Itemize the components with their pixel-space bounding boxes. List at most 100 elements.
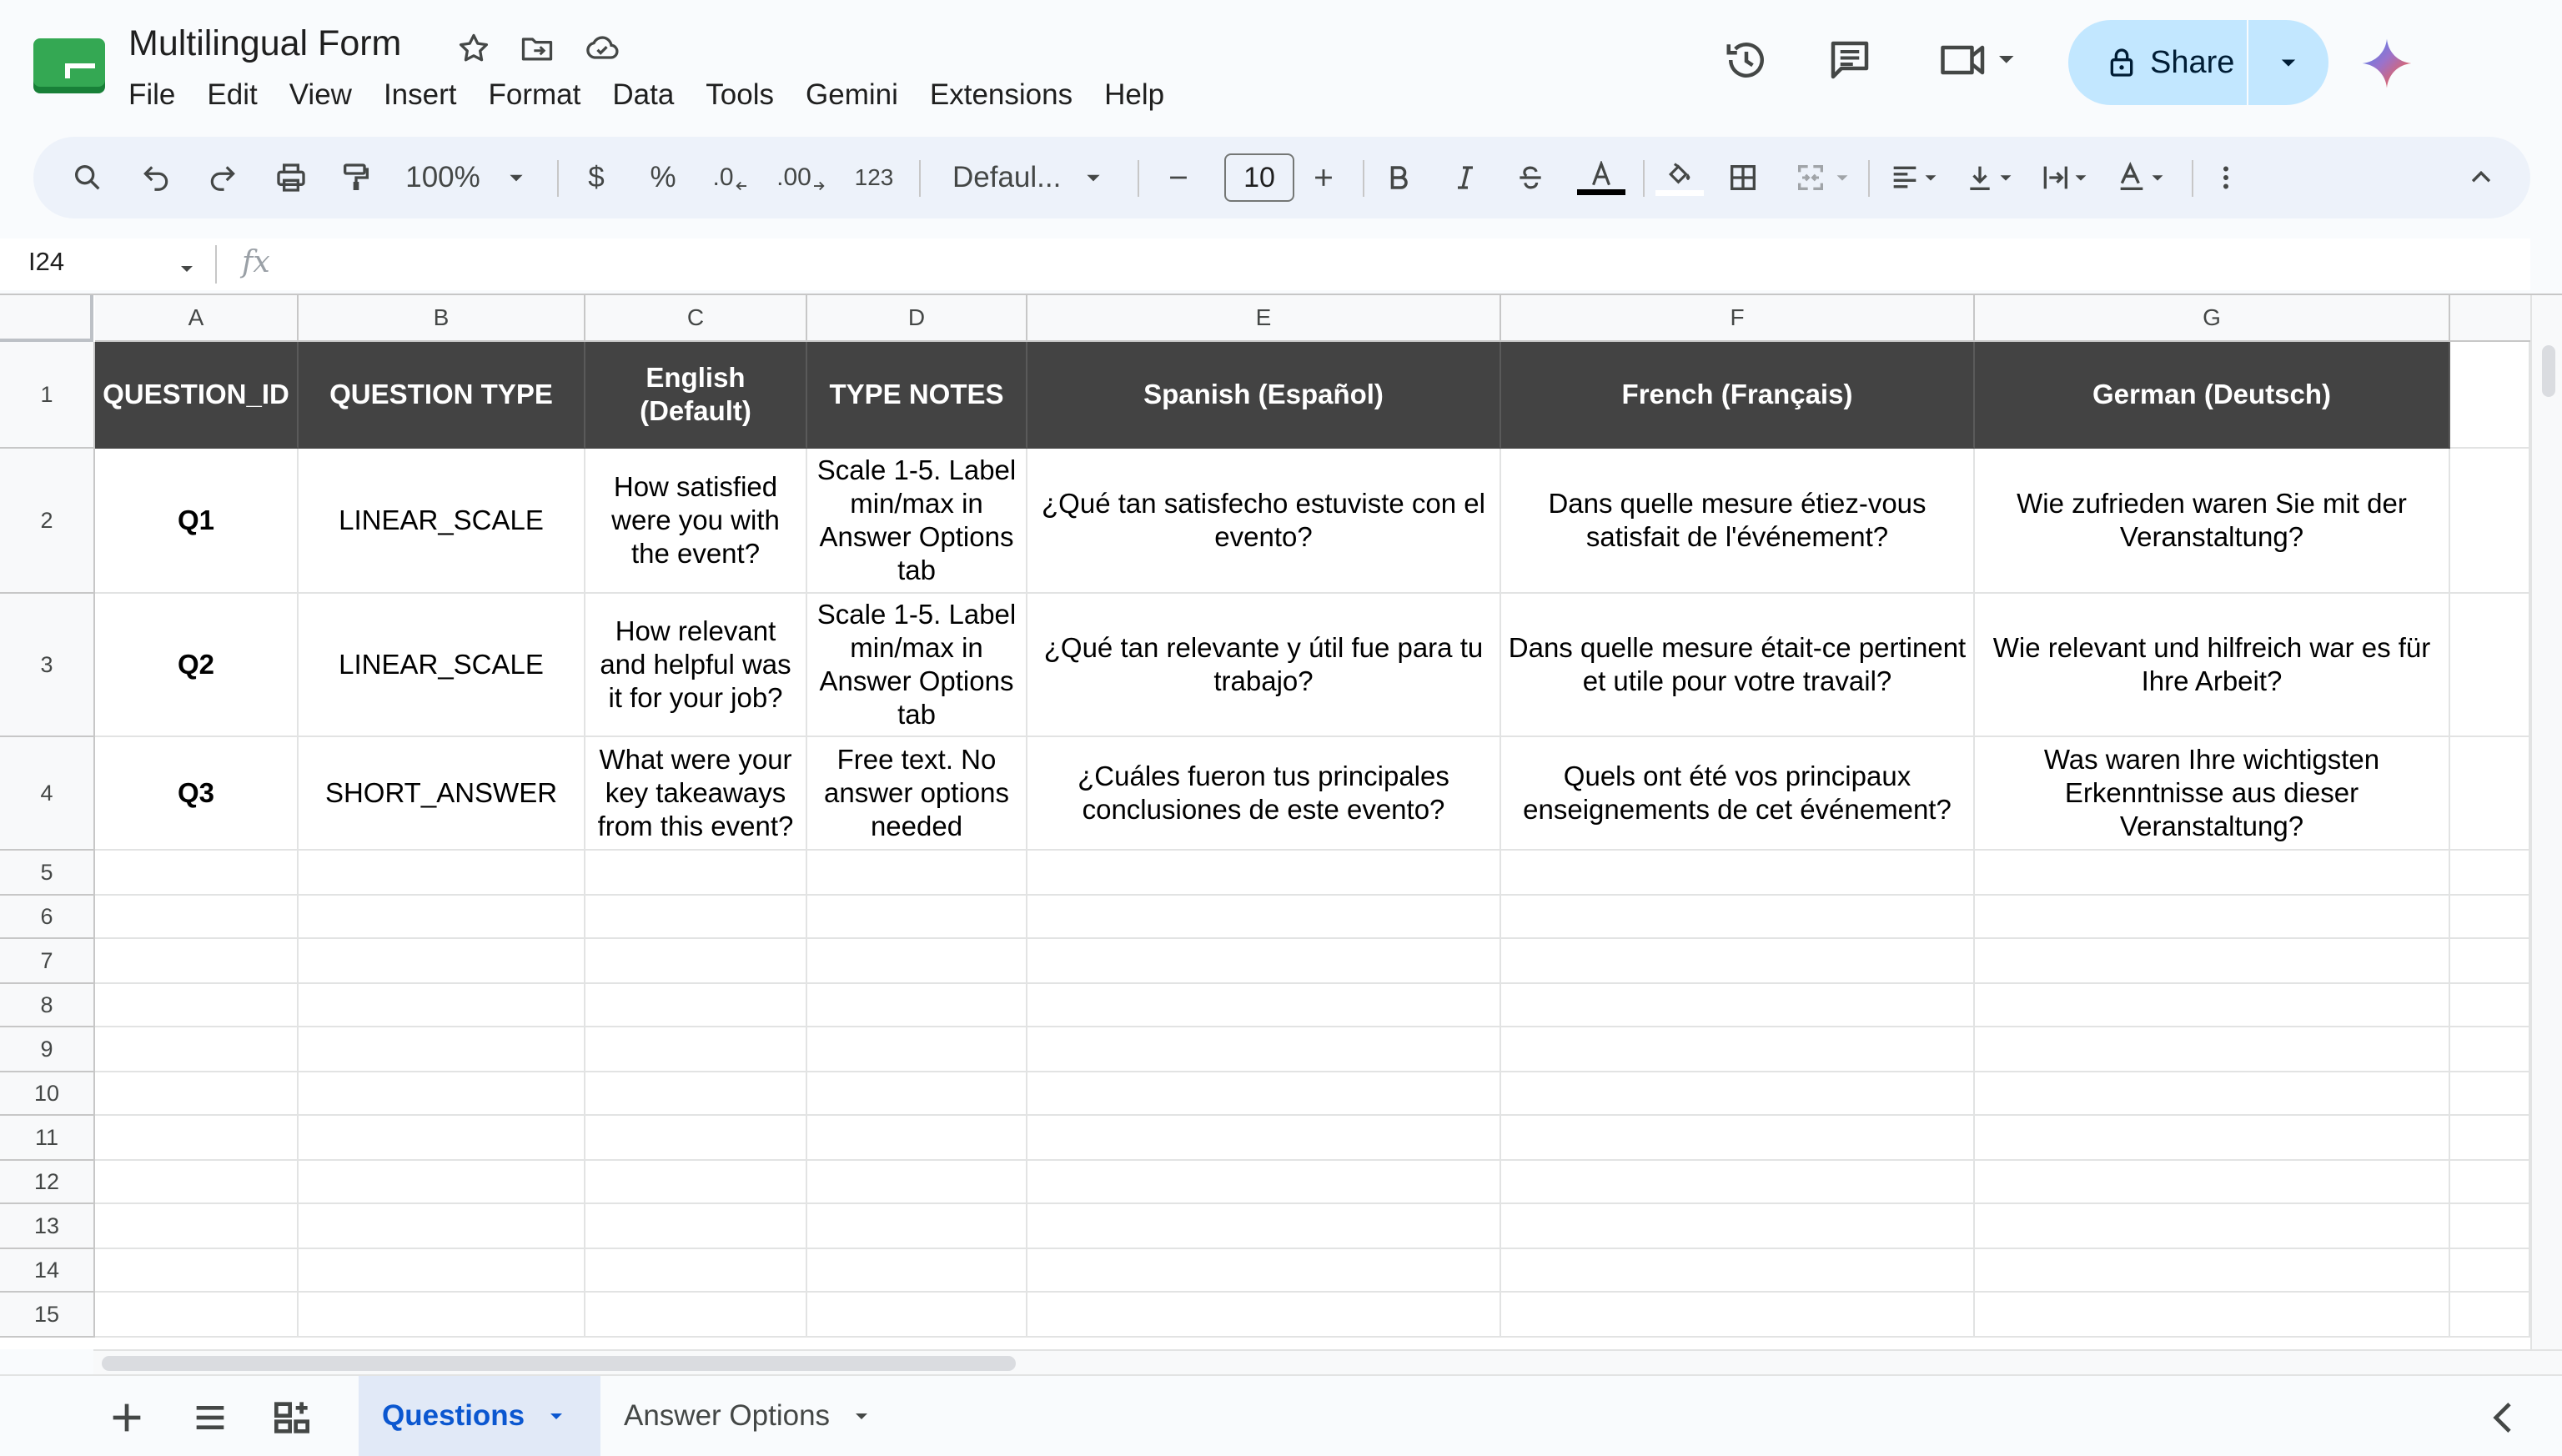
cell[interactable]	[807, 1027, 1027, 1072]
cell[interactable]	[299, 1293, 585, 1338]
cell[interactable]	[2450, 1161, 2530, 1204]
cell[interactable]	[299, 1072, 585, 1116]
cell[interactable]	[2450, 851, 2530, 896]
cell[interactable]	[1975, 896, 2450, 939]
cell[interactable]	[95, 939, 299, 984]
cell[interactable]	[585, 1293, 807, 1338]
paint-format-button[interactable]	[335, 157, 377, 198]
data-cell[interactable]: Quels ont été vos principaux enseignemen…	[1501, 737, 1975, 851]
cell[interactable]	[1975, 1161, 2450, 1204]
add-sheet-icon[interactable]	[103, 1394, 150, 1441]
cell[interactable]	[299, 1204, 585, 1249]
percent-format-button[interactable]: %	[642, 157, 684, 198]
data-cell[interactable]: Was waren Ihre wichtigsten Erkenntnisse …	[1975, 737, 2450, 851]
horizontal-align-button[interactable]	[1878, 157, 1950, 198]
row-header-8[interactable]: 8	[0, 984, 95, 1027]
cell[interactable]	[807, 896, 1027, 939]
data-cell[interactable]: What were your key takeaways from this e…	[585, 737, 807, 851]
cell[interactable]	[807, 851, 1027, 896]
select-all-corner[interactable]	[0, 295, 93, 342]
column-header-e[interactable]: E	[1027, 295, 1501, 342]
cell[interactable]	[807, 984, 1027, 1027]
cell[interactable]	[2450, 737, 2530, 851]
cell[interactable]	[1027, 1293, 1501, 1338]
menu-file[interactable]: File	[128, 77, 191, 117]
cell[interactable]	[2450, 896, 2530, 939]
cell[interactable]	[2450, 1204, 2530, 1249]
data-cell[interactable]: Q1	[95, 449, 299, 594]
cell[interactable]	[1027, 1027, 1501, 1072]
cell[interactable]	[95, 851, 299, 896]
column-header-b[interactable]: B	[299, 295, 585, 342]
cell[interactable]	[95, 1204, 299, 1249]
explore-icon[interactable]	[269, 1394, 315, 1441]
cell[interactable]	[585, 939, 807, 984]
row-header-3[interactable]: 3	[0, 594, 95, 737]
cell[interactable]	[1027, 1072, 1501, 1116]
cell[interactable]	[1975, 1249, 2450, 1293]
data-cell[interactable]: Wie zufrieden waren Sie mit der Veransta…	[1975, 449, 2450, 594]
data-cell[interactable]: LINEAR_SCALE	[299, 449, 585, 594]
data-cell[interactable]: Scale 1-5. Label min/max in Answer Optio…	[807, 449, 1027, 594]
cell[interactable]	[2450, 1072, 2530, 1116]
data-cell[interactable]: Q3	[95, 737, 299, 851]
chevron-down-icon[interactable]	[546, 1406, 566, 1426]
cell[interactable]	[585, 1204, 807, 1249]
data-cell[interactable]: Wie relevant und hilfreich war es für Ih…	[1975, 594, 2450, 737]
comments-icon[interactable]	[1825, 35, 1875, 85]
cell[interactable]	[1501, 1204, 1975, 1249]
cell[interactable]	[807, 1072, 1027, 1116]
header-cell[interactable]: English (Default)	[585, 342, 807, 449]
cell[interactable]	[1975, 939, 2450, 984]
cell[interactable]	[1027, 1116, 1501, 1161]
row-header-10[interactable]: 10	[0, 1072, 95, 1116]
data-cell[interactable]: ¿Qué tan relevante y útil fue para tu tr…	[1027, 594, 1501, 737]
cell[interactable]	[807, 939, 1027, 984]
cell[interactable]	[585, 1116, 807, 1161]
cell[interactable]	[2450, 1027, 2530, 1072]
merge-cells-button[interactable]	[1785, 157, 1860, 198]
cell[interactable]	[95, 896, 299, 939]
cell[interactable]	[585, 1027, 807, 1072]
cell[interactable]	[299, 939, 585, 984]
row-header-13[interactable]: 13	[0, 1204, 95, 1249]
cell[interactable]	[1501, 1027, 1975, 1072]
column-header-f[interactable]: F	[1501, 295, 1975, 342]
column-header-g[interactable]: G	[1975, 295, 2450, 342]
data-cell[interactable]: Q2	[95, 594, 299, 737]
cell[interactable]	[1027, 939, 1501, 984]
cell[interactable]	[1027, 984, 1501, 1027]
redo-button[interactable]	[202, 157, 244, 198]
cell[interactable]	[95, 984, 299, 1027]
cell[interactable]	[1975, 851, 2450, 896]
header-cell[interactable]: German (Deutsch)	[1975, 342, 2450, 449]
menu-data[interactable]: Data	[596, 77, 690, 117]
cell[interactable]	[1975, 1027, 2450, 1072]
cell[interactable]	[807, 1161, 1027, 1204]
cell[interactable]	[299, 1249, 585, 1293]
row-header-4[interactable]: 4	[0, 737, 95, 851]
menu-help[interactable]: Help	[1088, 77, 1180, 117]
menu-view[interactable]: View	[274, 77, 368, 117]
more-formats-button[interactable]: 123	[841, 157, 907, 198]
cell[interactable]	[95, 1293, 299, 1338]
star-icon[interactable]	[455, 30, 492, 67]
cell[interactable]	[807, 1116, 1027, 1161]
cell[interactable]	[585, 896, 807, 939]
decrease-decimal-button[interactable]: .0	[704, 157, 757, 198]
column-header-d[interactable]: D	[807, 295, 1027, 342]
cell[interactable]	[807, 1293, 1027, 1338]
cell[interactable]	[1501, 1161, 1975, 1204]
cell[interactable]	[95, 1116, 299, 1161]
hide-menus-button[interactable]	[2460, 157, 2502, 198]
font-family-select[interactable]: Defaul...	[934, 157, 1123, 198]
row-header-7[interactable]: 7	[0, 939, 95, 984]
row-header-5[interactable]: 5	[0, 851, 95, 896]
chevron-down-icon[interactable]	[851, 1406, 872, 1426]
vertical-scroll-thumb[interactable]	[2542, 345, 2555, 397]
row-header-15[interactable]: 15	[0, 1293, 95, 1338]
cell[interactable]	[2450, 342, 2530, 449]
cell[interactable]	[1975, 984, 2450, 1027]
menu-extensions[interactable]: Extensions	[914, 77, 1088, 117]
vertical-scrollbar[interactable]	[2530, 295, 2562, 1349]
